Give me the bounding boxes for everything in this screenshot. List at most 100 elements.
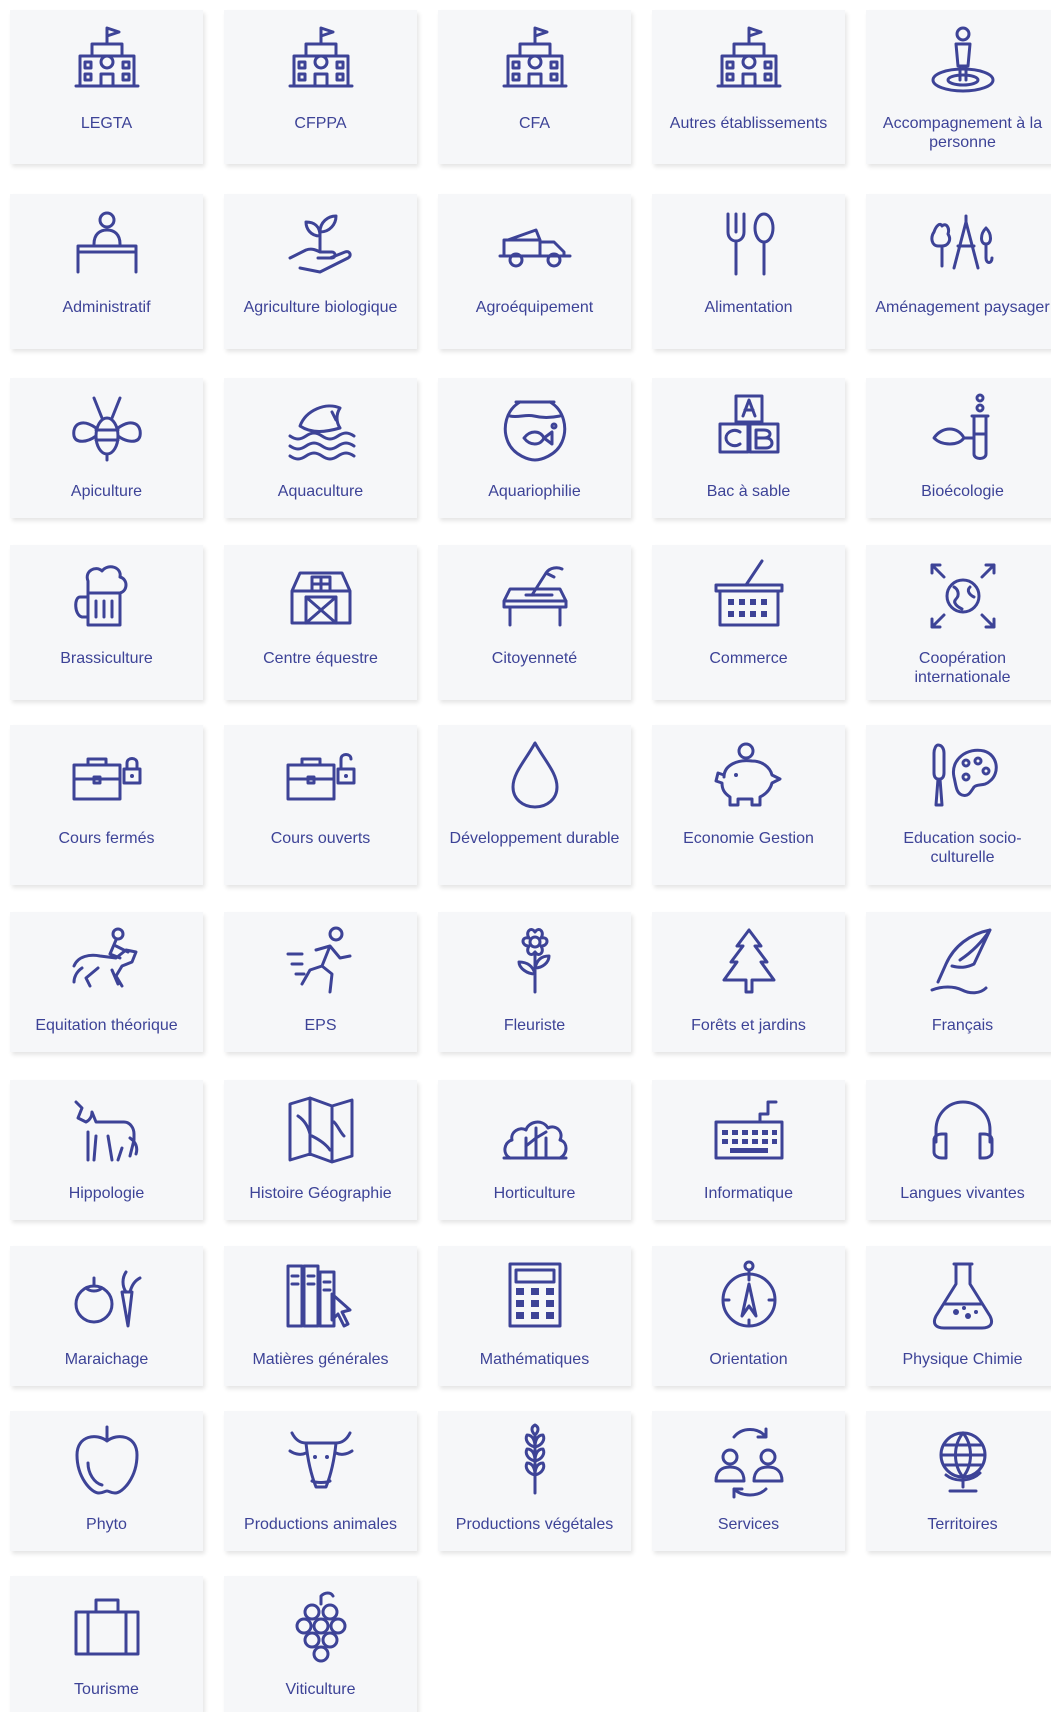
tile-suitcase[interactable]: Tourisme (10, 1576, 203, 1712)
tile-label: Commerce (709, 650, 788, 667)
tile-label: Citoyenneté (491, 650, 578, 667)
tile-label: Centre équestre (263, 650, 378, 667)
tile-label: Français (931, 1017, 994, 1034)
tile-label: Administratif (62, 299, 151, 316)
tile-label: Apiculture (70, 483, 143, 500)
hand-sprout-icon (282, 206, 360, 284)
tile-bushes[interactable]: Horticulture (438, 1080, 631, 1220)
globe-stand-icon (924, 1423, 1002, 1501)
tile-person-on-target[interactable]: Accompagnement à la personne (866, 10, 1051, 164)
tile-pine-tree[interactable]: Forêts et jardins (652, 912, 845, 1052)
tile-briefcase-locked[interactable]: Cours fermés (10, 725, 203, 885)
tile-wheat[interactable]: Productions végétales (438, 1411, 631, 1551)
tile-calculator[interactable]: Mathématiques (438, 1246, 631, 1386)
tile-cow-head[interactable]: Productions animales (224, 1411, 417, 1551)
tile-school-building[interactable]: CFPPA (224, 10, 417, 164)
tile-fork-spoon[interactable]: Alimentation (652, 194, 845, 349)
calculator-icon (496, 1258, 574, 1336)
tile-label: Autres établissements (669, 115, 828, 132)
tile-beer-mug[interactable]: Brassiculture (10, 545, 203, 700)
tile-label: Cours fermés (58, 830, 155, 847)
tile-apple[interactable]: Phyto (10, 1411, 203, 1551)
domain-tile-grid: LEGTA CFPPA CFA Autres établissements Accomp… (0, 0, 1051, 1712)
tile-briefcase-unlocked[interactable]: Cours ouverts (224, 725, 417, 885)
tile-folded-map[interactable]: Histoire Géographie (224, 1080, 417, 1220)
tile-label: Services (717, 1516, 780, 1533)
tile-flask[interactable]: Physique Chimie (866, 1246, 1051, 1386)
tile-fish-waves[interactable]: Aquaculture (224, 378, 417, 518)
tile-label: Aménagement paysager (875, 299, 1050, 316)
tile-binders-cursor[interactable]: Matières générales (224, 1246, 417, 1386)
school-building-icon (68, 22, 146, 100)
tile-label: Alimentation (704, 299, 793, 316)
tile-grapes[interactable]: Viticulture (224, 1576, 417, 1712)
tile-label: Aquaculture (277, 483, 364, 500)
suitcase-icon (68, 1588, 146, 1666)
tile-headphones[interactable]: Langues vivantes (866, 1080, 1051, 1220)
tile-quill[interactable]: Français (866, 912, 1051, 1052)
tile-shopping-basket[interactable]: Commerce (652, 545, 845, 700)
tile-label: CFPPA (294, 115, 347, 132)
tile-label: Accompagnement à la personne (882, 115, 1043, 151)
bee-icon (68, 390, 146, 468)
ballot-box-icon (496, 557, 574, 635)
tile-label: Agriculture biologique (243, 299, 398, 316)
tile-label: Maraichage (64, 1351, 149, 1368)
tile-bee[interactable]: Apiculture (10, 378, 203, 518)
tile-school-building[interactable]: Autres établissements (652, 10, 845, 164)
briefcase-unlocked-icon (282, 737, 360, 815)
tile-compass[interactable]: Orientation (652, 1246, 845, 1386)
tile-label: Informatique (704, 1185, 793, 1202)
tile-globe-arrows[interactable]: Coopération internationale (866, 545, 1051, 700)
tile-people-exchange[interactable]: Services (652, 1411, 845, 1551)
tile-label: EPS (304, 1017, 337, 1034)
bushes-icon (496, 1092, 574, 1170)
tile-tomato-carrot[interactable]: Maraichage (10, 1246, 203, 1386)
school-building-icon (496, 22, 574, 100)
tile-label: Phyto (86, 1516, 127, 1533)
quill-icon (924, 924, 1002, 1002)
binders-cursor-icon (282, 1258, 360, 1336)
tile-label: Cours ouverts (270, 830, 371, 847)
cow-head-icon (282, 1423, 360, 1501)
tile-label: Productions animales (244, 1516, 397, 1533)
tile-ballot-box[interactable]: Citoyenneté (438, 545, 631, 700)
wheat-icon (496, 1423, 574, 1501)
dump-truck-icon (496, 206, 574, 284)
tile-water-drop[interactable]: Développement durable (438, 725, 631, 885)
trees-compass-icon (924, 206, 1002, 284)
tile-runner[interactable]: EPS (224, 912, 417, 1052)
pine-tree-icon (710, 924, 788, 1002)
tile-horse[interactable]: Hippologie (10, 1080, 203, 1220)
tile-desk-clerk[interactable]: Administratif (10, 194, 203, 349)
tile-flower[interactable]: Fleuriste (438, 912, 631, 1052)
tile-globe-stand[interactable]: Territoires (866, 1411, 1051, 1551)
tile-label: LEGTA (80, 115, 133, 132)
tile-abc-blocks[interactable]: Bac à sable (652, 378, 845, 518)
school-building-icon (282, 22, 360, 100)
beer-mug-icon (68, 557, 146, 635)
tile-label: Tourisme (74, 1681, 139, 1698)
school-building-icon (710, 22, 788, 100)
tile-fishbowl[interactable]: Aquariophilie (438, 378, 631, 518)
tile-piggy-bank[interactable]: Economie Gestion (652, 725, 845, 885)
tile-keyboard[interactable]: Informatique (652, 1080, 845, 1220)
tile-label: Mathématiques (479, 1351, 590, 1368)
tile-horse-rider[interactable]: Equitation théorique (10, 912, 203, 1052)
fishbowl-icon (496, 390, 574, 468)
tile-palette-brush[interactable]: Education socio-culturelle (866, 725, 1051, 885)
tile-hand-sprout[interactable]: Agriculture biologique (224, 194, 417, 349)
tile-label: Economie Gestion (683, 830, 814, 847)
tile-school-building[interactable]: LEGTA (10, 10, 203, 164)
tile-label: Bioécologie (921, 483, 1004, 500)
keyboard-icon (710, 1092, 788, 1170)
tile-dump-truck[interactable]: Agroéquipement (438, 194, 631, 349)
horse-rider-icon (68, 924, 146, 1002)
tile-test-tube-leaf[interactable]: Bioécologie (866, 378, 1051, 518)
tile-trees-compass[interactable]: Aménagement paysager (866, 194, 1051, 349)
globe-arrows-icon (924, 557, 1002, 635)
tile-school-building[interactable]: CFA (438, 10, 631, 164)
tile-barn[interactable]: Centre équestre (224, 545, 417, 700)
shopping-basket-icon (710, 557, 788, 635)
tile-label: Hippologie (68, 1185, 145, 1202)
